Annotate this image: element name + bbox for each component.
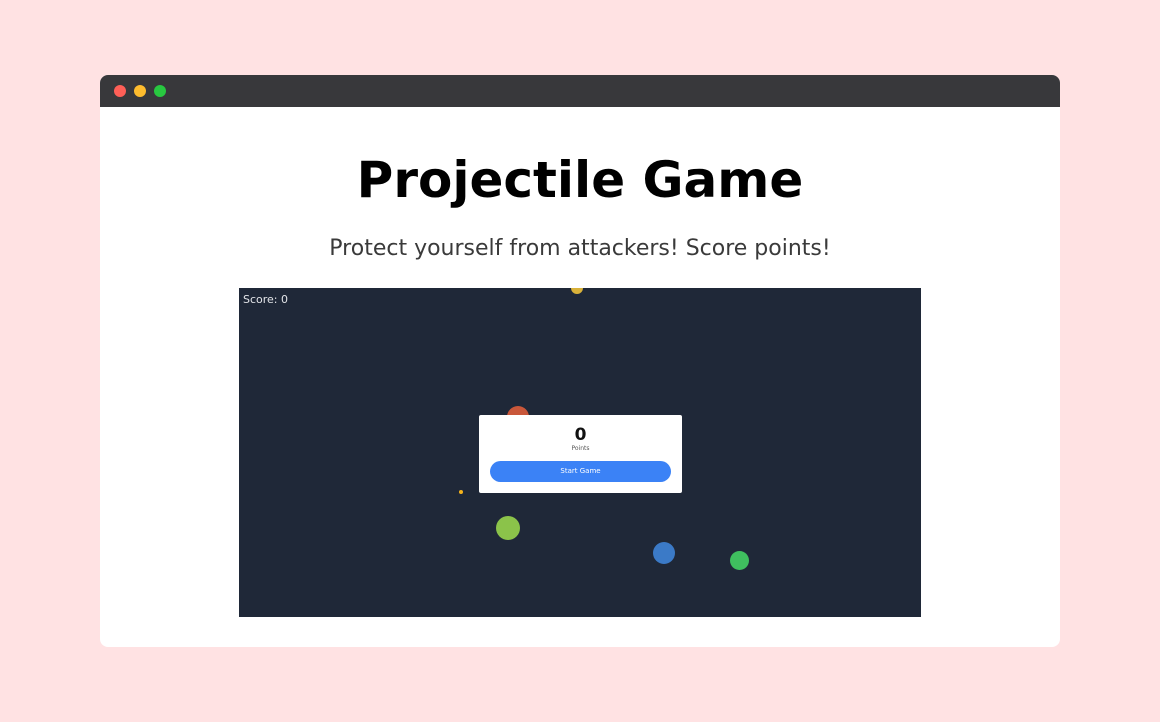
start-game-button[interactable]: Start Game	[490, 461, 671, 482]
start-game-modal: 0 Points Start Game	[479, 415, 682, 493]
score-display: Score: 0	[243, 293, 289, 306]
close-window-icon[interactable]	[114, 85, 126, 97]
enemy-yellow-top	[571, 288, 583, 294]
page-title: Projectile Game	[356, 151, 804, 209]
projectile	[459, 490, 463, 494]
minimize-window-icon[interactable]	[134, 85, 146, 97]
game-canvas[interactable]: Score: 0 0 Points Start Game	[239, 288, 921, 617]
enemy-lime	[496, 516, 520, 540]
maximize-window-icon[interactable]	[154, 85, 166, 97]
enemy-blue	[653, 542, 675, 564]
modal-points-label: Points	[571, 445, 590, 452]
window-titlebar	[100, 75, 1060, 107]
modal-points-value: 0	[574, 425, 587, 445]
enemy-green	[730, 551, 749, 570]
browser-window: Projectile Game Protect yourself from at…	[100, 75, 1060, 647]
page-subtitle: Protect yourself from attackers! Score p…	[329, 236, 831, 261]
